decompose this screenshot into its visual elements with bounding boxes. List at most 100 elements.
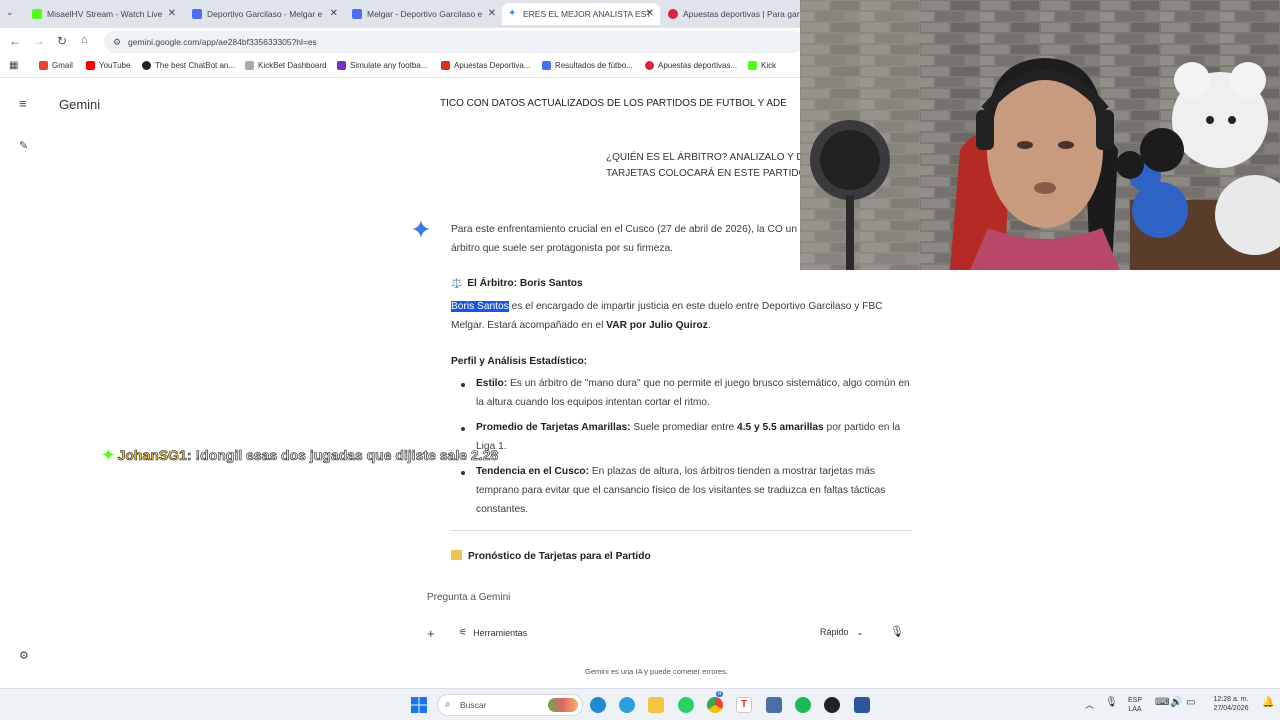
taskbar-search[interactable]: ⌕ Buscar [437, 694, 583, 716]
gemini-spark-icon: ✦ [508, 8, 517, 19]
disclaimer-text: Gemini es una IA y puede cometer errores… [585, 667, 728, 676]
tab-melgar-garcilaso[interactable]: Melgar - Deportivo Garcilaso e ✕ [346, 3, 502, 25]
close-tab-icon[interactable]: ✕ [330, 8, 338, 19]
kick-icon [32, 9, 42, 19]
close-tab-icon[interactable]: ✕ [646, 8, 654, 19]
forecast-heading: Pronóstico de Tarjetas para el Partido [451, 547, 651, 566]
bookmark-youtube[interactable]: YouTube [86, 61, 130, 70]
home-icon[interactable]: ⌂ [81, 34, 88, 46]
chevron-down-icon: ⌄ [856, 627, 864, 637]
gemini-brand: Gemini [59, 97, 101, 112]
kick-diamond-icon: ✦ [102, 447, 115, 464]
tray-chevron-up-icon[interactable]: ︿ [1085, 698, 1094, 711]
bullet-style: Estilo: Es un árbitro de "mano dura" que… [476, 378, 910, 408]
gmail-icon [39, 61, 48, 70]
bookmark-apuestas-deportivas[interactable]: Apuestas deportivas... [645, 61, 737, 70]
windows-taskbar: ⌕ Buscar 8 T ︿ 🎙 ESP LAA ⌨ 🔊 ▭ 12:28 a. … [0, 688, 1280, 720]
clock[interactable]: 12:28 a. m. 27/04/2026 [1205, 695, 1257, 713]
response-intro: Para este enfrentamiento crucial en el C… [451, 224, 798, 254]
bullet-dot [461, 427, 465, 431]
bookmark-kick[interactable]: Kick [748, 61, 776, 70]
volume-icon[interactable]: 🔊 [1170, 697, 1182, 708]
referee-heading: ⚖️ El Árbitro: Boris Santos [451, 278, 583, 289]
tools-button[interactable]: ⚟ Herramientas [459, 627, 527, 638]
mode-selector[interactable]: Rápido ⌄ [820, 627, 863, 637]
tab-gemini-active[interactable]: ✦ ERES EL MEJOR ANALISTA EST ✕ [502, 3, 660, 25]
bookmark-chatbot[interactable]: The best ChatBot an... [142, 61, 235, 70]
bullet-cards-average: Promedio de Tarjetas Amarillas: Suele pr… [476, 422, 901, 452]
add-plus-icon[interactable]: + [427, 626, 435, 641]
bookmark-apuestas-deportiva[interactable]: Apuestas Deportiva... [441, 61, 530, 70]
selected-referee-name[interactable]: Boris Santos [451, 301, 509, 312]
whatsapp-icon[interactable] [678, 697, 694, 713]
settings-gear-icon[interactable]: ⚙ [19, 649, 29, 662]
page-icon [245, 61, 254, 70]
chat-message: !dongil esas dos jugadas que dijiste sal… [195, 447, 499, 464]
apuestas-icon [645, 61, 654, 70]
notepad-icon [451, 550, 462, 560]
microphone-icon[interactable]: 🎙 [890, 625, 904, 638]
reload-icon[interactable]: ↻ [57, 34, 67, 48]
section-divider [450, 530, 912, 531]
kick-icon [748, 61, 757, 70]
edge-icon[interactable] [590, 697, 606, 713]
tab-garcilaso-melgar[interactable]: Deportivo Garcilaso - Melgar e ✕ [186, 3, 344, 25]
referee-paragraph: Boris Santos es el encargado de impartir… [451, 301, 883, 331]
bullet-dot [461, 383, 465, 387]
obs-icon[interactable] [824, 697, 840, 713]
prompt-input[interactable] [427, 592, 807, 603]
search-icon: ⌕ [445, 699, 451, 710]
previous-prompt-line: TICO CON DATOS ACTUALIZADOS DE LOS PARTI… [440, 98, 787, 109]
simulate-icon [337, 61, 346, 70]
language-indicator[interactable]: ESP LAA [1125, 696, 1145, 714]
windows-start-icon[interactable] [411, 697, 427, 713]
back-arrow-icon[interactable]: ← [9, 34, 21, 48]
address-url: gemini.google.com/app/ae284bf335633305?h… [128, 37, 317, 47]
close-tab-icon[interactable]: ✕ [488, 8, 496, 19]
webcam-feed [800, 0, 1280, 270]
file-explorer-icon[interactable] [648, 697, 664, 713]
bookmark-kickbet[interactable]: KickBet Dashboard [245, 61, 326, 70]
microphone-tray-icon[interactable]: 🎙 [1105, 697, 1118, 708]
stream-chat-overlay: ✦ JohanSG1: !dongil esas dos jugadas que… [102, 446, 498, 464]
battery-icon[interactable]: ▭ [1186, 697, 1195, 708]
bullet-dot [461, 471, 465, 475]
chrome-badge: 8 [716, 691, 724, 697]
word-icon[interactable] [854, 697, 870, 713]
calculator-icon[interactable] [766, 697, 782, 713]
notifications-bell-icon[interactable]: 🔔 [1262, 697, 1274, 708]
prompt-composer: + ⚟Herramientas Rápido⌄ 🎙 [415, 586, 910, 648]
site-icon [192, 9, 202, 19]
new-chat-icon[interactable]: ✎ [19, 139, 28, 152]
apps-grid-icon[interactable]: ▦ [9, 60, 18, 71]
address-bar[interactable]: ⚙ gemini.google.com/app/ae284bf335633305… [104, 31, 804, 53]
telegram-icon[interactable] [619, 697, 635, 713]
spotify-icon[interactable] [795, 697, 811, 713]
scales-icon: ⚖️ [451, 278, 463, 288]
site-info-icon[interactable]: ⚙ [113, 31, 121, 53]
youtube-icon [86, 61, 95, 70]
webcam-image [800, 0, 1280, 270]
network-icon[interactable]: ⌨ [1155, 697, 1169, 708]
forward-arrow-icon[interactable]: → [33, 34, 45, 48]
chrome-icon[interactable] [707, 697, 723, 713]
tab-apuestas[interactable]: Apuestas deportivas | Para gan [662, 3, 802, 25]
apuestas-icon [668, 9, 678, 19]
tab-misaelhv-stream[interactable]: MisaelHV Stream - Watch Live ✕ [26, 3, 182, 25]
bookmark-gmail[interactable]: Gmail [39, 61, 73, 70]
chatgpt-icon [142, 61, 151, 70]
bookmark-resultados[interactable]: Resultados de fútbo... [542, 61, 633, 70]
chat-username: JohanSG1: [117, 447, 192, 464]
tools-sliders-icon: ⚟ [459, 627, 468, 637]
text-editor-icon[interactable]: T [736, 697, 752, 713]
site-icon [352, 9, 362, 19]
apuestas-deportiva-icon [441, 61, 450, 70]
bullet-cusco-tendency: Tendencia en el Cusco: En plazas de altu… [476, 466, 886, 515]
close-tab-icon[interactable]: ✕ [168, 8, 176, 19]
tab-list-chevron-icon[interactable]: ⌄ [6, 7, 14, 18]
resultados-icon [542, 61, 551, 70]
menu-hamburger-icon[interactable]: ≡ [19, 96, 27, 111]
profile-heading: Perfil y Análisis Estadístico: [451, 356, 588, 367]
bookmark-simulate[interactable]: Simulate any footba... [337, 61, 427, 70]
gemini-spark-icon [412, 220, 430, 238]
